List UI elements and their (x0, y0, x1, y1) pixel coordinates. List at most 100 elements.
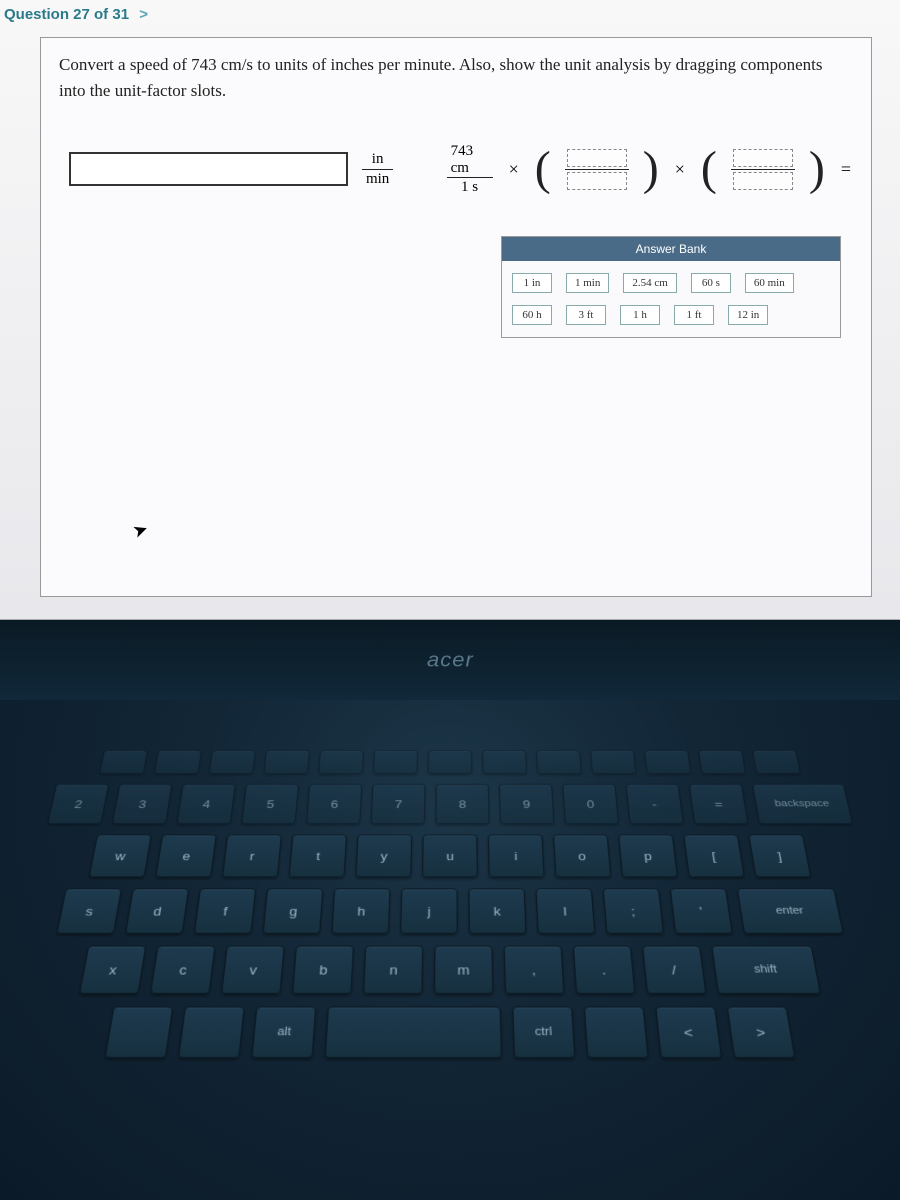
key (698, 750, 746, 774)
key: m (434, 946, 494, 994)
key: k (468, 888, 526, 933)
key: p (618, 835, 678, 878)
key (318, 750, 364, 774)
key (263, 750, 310, 774)
next-chevron-icon[interactable]: > (139, 6, 148, 23)
key-shift: shift (711, 946, 821, 994)
unit-bot: min (362, 170, 393, 188)
key: 5 (241, 784, 299, 824)
key: l (536, 888, 596, 933)
bank-chip[interactable]: 1 h (620, 305, 660, 325)
fraction-bar (731, 169, 795, 170)
bank-chip[interactable]: 60 h (512, 305, 552, 325)
key: e (155, 835, 217, 878)
key: / (642, 946, 707, 994)
key: 2 (47, 784, 109, 824)
key: v (221, 946, 285, 994)
key: j (400, 888, 458, 933)
equation-row: in min 743 cm 1 s × ( ) × ( (69, 143, 853, 196)
bank-chip[interactable]: 3 ft (566, 305, 606, 325)
key: r (222, 835, 282, 878)
key (209, 750, 256, 774)
key: c (150, 946, 216, 994)
fraction-bar (565, 169, 629, 170)
key: s (56, 888, 122, 933)
key: [ (683, 835, 745, 878)
key: ' (670, 888, 733, 933)
app-screen: Question 27 of 31 > Convert a speed of 7… (0, 0, 900, 620)
question-prompt: Convert a speed of 743 cm/s to units of … (59, 52, 853, 103)
factor-slot-1[interactable] (565, 149, 629, 190)
open-paren-icon: ( (535, 150, 551, 188)
cursor-icon: ➤ (130, 518, 151, 543)
bank-chip[interactable]: 1 min (566, 273, 609, 293)
key-row: x c v b n m , . / shift (0, 946, 900, 994)
key-alt: alt (251, 1006, 316, 1058)
key-left: < (655, 1006, 722, 1058)
factor-slot-2[interactable] (731, 149, 795, 190)
key (590, 750, 637, 774)
key-row: alt ctrl < > (0, 1006, 900, 1058)
bank-chip[interactable]: 1 in (512, 273, 552, 293)
times-symbol: × (507, 159, 521, 180)
key (584, 1006, 649, 1058)
key: w (89, 835, 152, 878)
key (373, 750, 418, 774)
equals-symbol: = (839, 159, 853, 180)
key (99, 750, 148, 774)
key: b (292, 946, 354, 994)
key: 4 (176, 784, 235, 824)
key-right: > (727, 1006, 796, 1058)
key (482, 750, 527, 774)
key (752, 750, 801, 774)
key (178, 1006, 245, 1058)
key-ctrl: ctrl (512, 1006, 575, 1058)
key: h (331, 888, 390, 933)
key: , (504, 946, 565, 994)
key: 8 (435, 784, 489, 824)
key: . (573, 946, 636, 994)
key: x (79, 946, 146, 994)
question-header: Question 27 of 31 > (0, 0, 900, 27)
key (644, 750, 691, 774)
slot-bot[interactable] (733, 172, 793, 190)
question-counter: Question 27 of 31 (4, 6, 129, 23)
key: ; (603, 888, 665, 933)
key: 7 (371, 784, 426, 824)
key: o (553, 835, 611, 878)
slot-top[interactable] (567, 149, 627, 167)
bank-chip[interactable]: 12 in (728, 305, 768, 325)
key: d (125, 888, 189, 933)
slot-bot[interactable] (567, 172, 627, 190)
close-paren-icon: ) (643, 150, 659, 188)
key-row: 2 3 4 5 6 7 8 9 0 - = backspace (0, 784, 900, 824)
key: 9 (499, 784, 554, 824)
result-unit-fraction: in min (362, 151, 393, 187)
brand-logo: acer (426, 648, 473, 672)
question-panel: Convert a speed of 743 cm/s to units of … (40, 37, 872, 597)
key-space (325, 1006, 502, 1058)
key-row: w e r t y u i o p [ ] (0, 835, 900, 878)
bank-chip[interactable]: 60 min (745, 273, 794, 293)
key-row (4, 750, 897, 774)
key: u (422, 835, 478, 878)
bank-chip[interactable]: 2.54 cm (623, 273, 676, 293)
key: f (194, 888, 257, 933)
key: n (363, 946, 423, 994)
answer-bank-body: 1 in 1 min 2.54 cm 60 s 60 min 60 h 3 ft… (502, 261, 840, 337)
answer-input[interactable] (69, 152, 348, 186)
key-enter: enter (737, 888, 844, 933)
key-backspace: backspace (752, 784, 853, 824)
key: ] (748, 835, 811, 878)
times-symbol: × (673, 159, 687, 180)
given-top: 743 cm (447, 143, 493, 177)
key (154, 750, 202, 774)
unit-top: in (368, 151, 388, 169)
bank-chip[interactable]: 60 s (691, 273, 731, 293)
answer-bank: Answer Bank 1 in 1 min 2.54 cm 60 s 60 m… (501, 236, 841, 338)
given-fraction: 743 cm 1 s (447, 143, 493, 196)
bank-chip[interactable]: 1 ft (674, 305, 714, 325)
slot-top[interactable] (733, 149, 793, 167)
close-paren-icon: ) (809, 150, 825, 188)
key: = (689, 784, 749, 824)
